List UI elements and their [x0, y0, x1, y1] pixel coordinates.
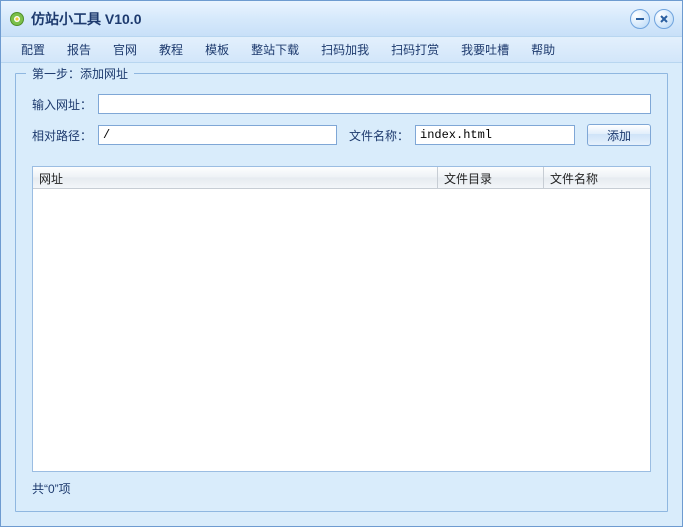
menu-help[interactable]: 帮助 — [521, 38, 565, 61]
menu-scan-tip[interactable]: 扫码打赏 — [381, 38, 449, 61]
menu-feedback[interactable]: 我要吐槽 — [451, 38, 519, 61]
path-input[interactable] — [98, 125, 337, 145]
app-icon — [9, 11, 25, 27]
menu-fullsite[interactable]: 整站下载 — [241, 38, 309, 61]
path-label: 相对路径： — [32, 127, 92, 144]
row-url: 输入网址： — [32, 94, 651, 114]
menu-official[interactable]: 官网 — [103, 38, 147, 61]
title-controls — [630, 9, 674, 29]
url-label: 输入网址： — [32, 96, 92, 113]
titlebar: 仿站小工具 V10.0 — [1, 1, 682, 37]
table-body[interactable] — [33, 189, 650, 471]
row-path: 相对路径： 文件名称： 添加 — [32, 124, 651, 146]
form-rows: 输入网址： 相对路径： 文件名称： 添加 — [32, 88, 651, 156]
menu-config[interactable]: 配置 — [11, 38, 55, 61]
th-fname[interactable]: 文件名称 — [544, 167, 650, 188]
group-legend: 第一步：添加网址 — [26, 65, 134, 82]
client-area: 第一步：添加网址 输入网址： 相对路径： 文件名称： 添加 网址 — [1, 63, 682, 526]
menu-scan-add[interactable]: 扫码加我 — [311, 38, 379, 61]
row-count: 共“0”项 — [32, 480, 651, 497]
url-table: 网址 文件目录 文件名称 — [32, 166, 651, 472]
app-window: 仿站小工具 V10.0 配置 报告 官网 教程 模板 整站下载 扫码加我 扫码打… — [0, 0, 683, 527]
add-button[interactable]: 添加 — [587, 124, 651, 146]
menubar: 配置 报告 官网 教程 模板 整站下载 扫码加我 扫码打赏 我要吐槽 帮助 — [1, 37, 682, 63]
minimize-button[interactable] — [630, 9, 650, 29]
close-button[interactable] — [654, 9, 674, 29]
window-title: 仿站小工具 V10.0 — [31, 9, 141, 29]
th-url[interactable]: 网址 — [33, 167, 438, 188]
menu-report[interactable]: 报告 — [57, 38, 101, 61]
menu-tutorial[interactable]: 教程 — [149, 38, 193, 61]
url-input[interactable] — [98, 94, 651, 114]
menu-template[interactable]: 模板 — [195, 38, 239, 61]
fname-label: 文件名称： — [349, 127, 409, 144]
table-header: 网址 文件目录 文件名称 — [33, 167, 650, 189]
step1-group: 第一步：添加网址 输入网址： 相对路径： 文件名称： 添加 网址 — [15, 73, 668, 512]
filename-input[interactable] — [415, 125, 575, 145]
th-dir[interactable]: 文件目录 — [438, 167, 544, 188]
